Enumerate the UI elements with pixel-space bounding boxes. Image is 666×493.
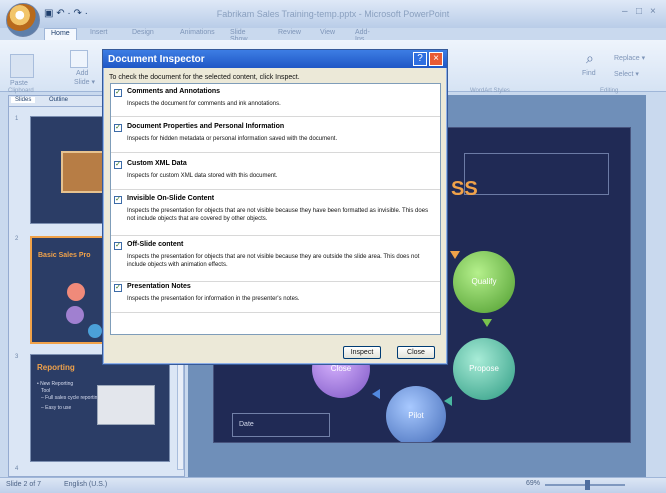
tab-insert[interactable]: Insert — [84, 28, 114, 40]
checkbox-icon[interactable]: ✓ — [114, 284, 122, 292]
paste-icon[interactable] — [10, 54, 34, 78]
window-close-icon[interactable]: × — [650, 6, 656, 17]
minimize-icon[interactable]: – — [622, 6, 628, 17]
checkbox-icon[interactable]: ✓ — [114, 196, 122, 204]
slide-count: Slide 2 of 7 — [6, 481, 42, 488]
inspection-item-title: Comments and Annotations — [127, 88, 221, 95]
maximize-icon[interactable]: □ — [636, 6, 642, 17]
document-inspector-dialog: Document Inspector ? × To check the docu… — [102, 49, 448, 365]
arrow-down-icon — [482, 319, 492, 327]
close-icon[interactable]: × — [429, 52, 443, 66]
date-placeholder[interactable]: Date — [232, 413, 330, 437]
tab-slide-show[interactable]: Slide Show — [224, 28, 254, 43]
add-slide-icon[interactable] — [70, 50, 88, 68]
slide-number-3: 3 — [15, 354, 19, 360]
qualify-node[interactable]: Qualify — [453, 251, 515, 313]
inspection-item-title: Presentation Notes — [127, 283, 191, 290]
checkbox-icon[interactable]: ✓ — [114, 124, 122, 132]
slide-3-bullet-2: Tool — [41, 388, 51, 394]
tab-animations[interactable]: Animations — [174, 28, 221, 40]
slide-number-1: 1 — [15, 116, 19, 122]
inspection-item-invisible-content[interactable]: ✓ Invisible On-Slide Content Inspects th… — [111, 194, 440, 236]
find-icon[interactable]: ⌕ — [586, 50, 594, 67]
inspection-item-description: Inspects the presentation for objects th… — [127, 208, 429, 222]
zoom-level[interactable]: 69% — [526, 480, 540, 487]
inspection-item-notes[interactable]: ✓ Presentation Notes Inspects the presen… — [111, 282, 440, 313]
arrow-left-icon — [444, 396, 452, 406]
tab-home[interactable]: Home — [44, 28, 77, 40]
inspection-list: ✓ Comments and Annotations Inspects the … — [110, 83, 441, 335]
thumb-circle-1 — [67, 283, 85, 301]
inspection-item-title: Custom XML Data — [127, 160, 187, 167]
dialog-title: Document Inspector — [103, 50, 447, 68]
propose-node[interactable]: Propose — [453, 338, 515, 400]
arrow-upleft-icon — [372, 389, 380, 399]
paste-label[interactable]: Paste — [10, 80, 28, 87]
tab-add-ins[interactable]: Add-Ins — [349, 28, 376, 43]
inspection-item-description: Inspects the document for comments and i… — [127, 101, 281, 107]
office-button-icon[interactable] — [6, 3, 40, 37]
tab-design[interactable]: Design — [126, 28, 160, 40]
wordart-group-label: WordArt Styles — [470, 88, 510, 94]
clipboard-group-label: Clipboard — [8, 88, 34, 94]
slide-3-bullet-1: • New Reporting — [37, 381, 74, 387]
editing-group-label: Editing — [600, 88, 619, 94]
slide-3-bullet-4: – Easy to use — [41, 405, 72, 411]
slide-thumbnail-3-title: Reporting — [37, 363, 75, 372]
tab-view[interactable]: View — [314, 28, 341, 40]
inspection-item-properties[interactable]: ✓ Document Properties and Personal Infor… — [111, 122, 440, 153]
inspection-item-off-slide-content[interactable]: ✓ Off-Slide content Inspects the present… — [111, 240, 440, 282]
slide-title-text: SS — [451, 178, 478, 200]
status-bar: Slide 2 of 7 English (U.S.) 69% — [0, 477, 666, 493]
title-bar: ▣ ↶ · ↷ · Fabrikam Sales Training-temp.p… — [0, 0, 666, 37]
replace-label[interactable]: Replace ▾ — [614, 54, 645, 62]
inspection-item-description: Inspects the presentation for objects th… — [127, 254, 420, 268]
slide-number-2: 2 — [15, 236, 19, 242]
add-slide-label[interactable]: Add — [76, 70, 88, 77]
checkbox-icon[interactable]: ✓ — [114, 242, 122, 250]
inspection-item-custom-xml[interactable]: ✓ Custom XML Data Inspects for custom XM… — [111, 159, 440, 190]
thumb-circle-2 — [66, 306, 84, 324]
checkbox-icon[interactable]: ✓ — [114, 161, 122, 169]
inspection-item-title: Invisible On-Slide Content — [127, 195, 215, 202]
slide-number-4: 4 — [15, 466, 19, 472]
find-label[interactable]: Find — [582, 70, 596, 77]
close-button[interactable]: Close — [397, 346, 435, 359]
thumb-circle-3 — [88, 324, 102, 338]
inspection-item-description: Inspects for hidden metadata or personal… — [127, 136, 338, 142]
window-title: Fabrikam Sales Training-temp.pptx - Micr… — [216, 9, 450, 19]
help-icon[interactable]: ? — [413, 52, 427, 66]
slide-thumbnail-3[interactable]: Reporting • New Reporting Tool – Full sa… — [30, 354, 170, 462]
select-label[interactable]: Select ▾ — [614, 70, 639, 78]
tab-slides[interactable]: Slides — [11, 97, 36, 103]
inspection-item-description: Inspects the presentation for informatio… — [127, 296, 300, 302]
tab-outline[interactable]: Outline — [45, 97, 72, 103]
inspection-item-title: Document Properties and Personal Informa… — [127, 123, 285, 130]
dialog-instruction: To check the document for the selected c… — [109, 74, 300, 81]
inspect-button[interactable]: Inspect — [343, 346, 381, 359]
inspection-item-title: Off-Slide content — [127, 241, 184, 248]
zoom-slider-handle[interactable] — [585, 480, 590, 490]
tab-review[interactable]: Review — [272, 28, 307, 40]
arrow-orange-icon — [450, 251, 460, 259]
slide-3-bullet-3: – Full sales cycle reporting — [41, 395, 101, 401]
slide-menu-label[interactable]: Slide ▾ — [74, 78, 95, 86]
language-status[interactable]: English (U.S.) — [64, 481, 107, 488]
slide-title-placeholder[interactable] — [464, 153, 609, 195]
inspection-item-comments[interactable]: ✓ Comments and Annotations Inspects the … — [111, 87, 440, 117]
inspection-item-description: Inspects for custom XML data stored with… — [127, 173, 278, 179]
checkbox-icon[interactable]: ✓ — [114, 89, 122, 97]
report-screenshot — [97, 385, 155, 425]
pilot-node[interactable]: Pilot — [386, 386, 446, 442]
slide-thumbnail-2-title: Basic Sales Pro — [38, 252, 91, 259]
